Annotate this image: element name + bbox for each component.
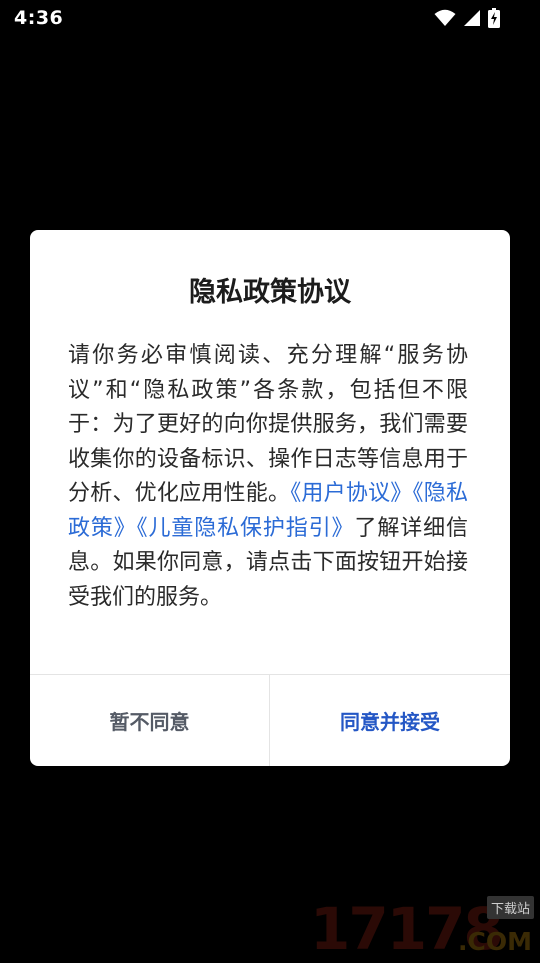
dialog-body: 请你务必审慎阅读、充分理解“服务协议”和“隐私政策”各条款，包括但不限于：为了更…	[68, 339, 468, 615]
wifi-icon	[434, 9, 456, 27]
site-watermark: 17178 下载站 .COM	[310, 896, 534, 958]
user-agreement-link[interactable]: 《用户协议》	[290, 481, 412, 506]
status-bar: 4:36	[0, 0, 540, 36]
battery-charging-icon	[488, 8, 500, 28]
child-privacy-link[interactable]: 《儿童隐私保护指引》	[137, 516, 355, 541]
privacy-dialog: 隐私政策协议 请你务必审慎阅读、充分理解“服务协议”和“隐私政策”各条款，包括但…	[30, 230, 510, 766]
watermark-tag: 下载站	[486, 896, 534, 919]
status-icons	[434, 8, 500, 28]
accept-button[interactable]: 同意并接受	[270, 675, 510, 766]
status-time: 4:36	[14, 7, 64, 29]
decline-button[interactable]: 暂不同意	[30, 675, 269, 766]
dialog-title: 隐私政策协议	[189, 277, 351, 308]
watermark-domain: .COM	[458, 927, 532, 956]
cell-signal-icon	[463, 9, 481, 27]
